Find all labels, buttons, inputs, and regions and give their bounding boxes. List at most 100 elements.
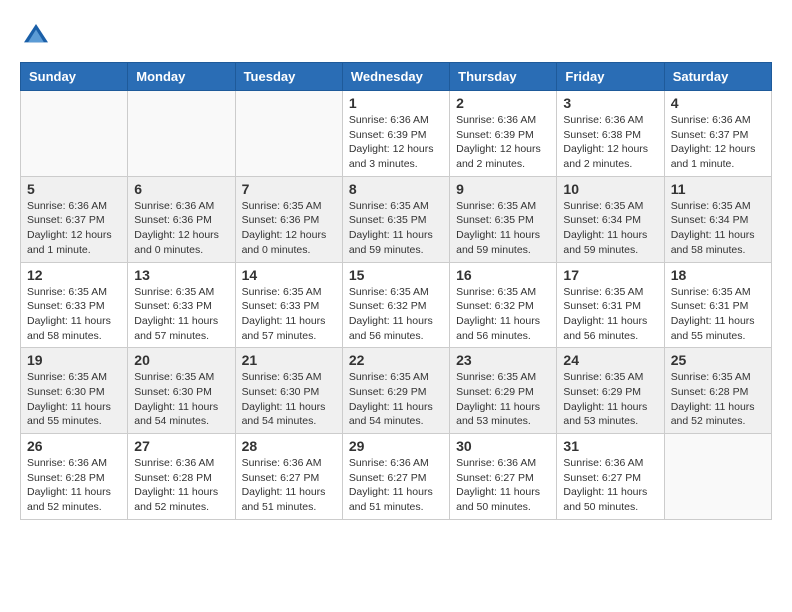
day-number: 13 [134,267,228,283]
day-number: 30 [456,438,550,454]
calendar-cell: 20 Sunrise: 6:35 AM Sunset: 6:30 PM Dayli… [128,348,235,434]
calendar-cell: 5 Sunrise: 6:36 AM Sunset: 6:37 PM Daylig… [21,176,128,262]
weekday-header-thursday: Thursday [450,63,557,91]
calendar-cell: 13Sunrise: 6:35 AM Sunset: 6:33 PM Dayli… [128,262,235,348]
day-info: Sunrise: 6:35 AM Sunset: 6:32 PM Dayligh… [349,285,443,344]
day-number: 24 [563,352,657,368]
day-info: Sunrise: 6:35 AM Sunset: 6:35 PM Dayligh… [456,199,550,258]
weekday-header-wednesday: Wednesday [342,63,449,91]
day-info: Sunrise: 6:36 AM Sunset: 6:28 PM Dayligh… [134,456,228,515]
day-number: 25 [671,352,765,368]
calendar-cell [128,91,235,177]
logo [20,20,56,52]
day-number: 22 [349,352,443,368]
calendar-table: SundayMondayTuesdayWednesdayThursdayFrid… [20,62,772,520]
calendar-cell [664,434,771,520]
day-number: 23 [456,352,550,368]
calendar-cell: 24 Sunrise: 6:35 AM Sunset: 6:29 PM Dayli… [557,348,664,434]
day-info: Sunrise: 6:35 AM Sunset: 6:30 PM Dayligh… [27,370,121,429]
calendar-cell: 25 Sunrise: 6:35 AM Sunset: 6:28 PM Dayli… [664,348,771,434]
day-number: 17 [563,267,657,283]
calendar-cell: 15 Sunrise: 6:35 AM Sunset: 6:32 PM Dayli… [342,262,449,348]
day-number: 6 [134,181,228,197]
calendar-cell: 9Sunrise: 6:35 AM Sunset: 6:35 PM Daylig… [450,176,557,262]
day-info: Sunrise: 6:35 AM Sunset: 6:33 PM Dayligh… [27,285,121,344]
day-info: Sunrise: 6:36 AM Sunset: 6:37 PM Dayligh… [27,199,121,258]
calendar-cell: 14 Sunrise: 6:35 AM Sunset: 6:33 PM Dayli… [235,262,342,348]
day-info: Sunrise: 6:35 AM Sunset: 6:31 PM Dayligh… [563,285,657,344]
calendar-cell [235,91,342,177]
calendar-week-row: 19 Sunrise: 6:35 AM Sunset: 6:30 PM Dayli… [21,348,772,434]
day-number: 26 [27,438,121,454]
day-info: Sunrise: 6:35 AM Sunset: 6:30 PM Dayligh… [242,370,336,429]
day-info: Sunrise: 6:35 AM Sunset: 6:33 PM Dayligh… [242,285,336,344]
day-info: Sunrise: 6:35 AM Sunset: 6:31 PM Dayligh… [671,285,765,344]
calendar-cell: 19 Sunrise: 6:35 AM Sunset: 6:30 PM Dayli… [21,348,128,434]
day-info: Sunrise: 6:36 AM Sunset: 6:27 PM Dayligh… [563,456,657,515]
calendar-cell: 11 Sunrise: 6:35 AM Sunset: 6:34 PM Dayli… [664,176,771,262]
calendar-week-row: 12 Sunrise: 6:35 AM Sunset: 6:33 PM Dayli… [21,262,772,348]
page-header [20,20,772,52]
day-info: Sunrise: 6:35 AM Sunset: 6:29 PM Dayligh… [456,370,550,429]
weekday-header-saturday: Saturday [664,63,771,91]
day-number: 1 [349,95,443,111]
day-info: Sunrise: 6:35 AM Sunset: 6:32 PM Dayligh… [456,285,550,344]
day-number: 28 [242,438,336,454]
day-number: 19 [27,352,121,368]
calendar-cell: 16 Sunrise: 6:35 AM Sunset: 6:32 PM Dayli… [450,262,557,348]
day-number: 21 [242,352,336,368]
day-info: Sunrise: 6:35 AM Sunset: 6:35 PM Dayligh… [349,199,443,258]
day-number: 10 [563,181,657,197]
day-info: Sunrise: 6:36 AM Sunset: 6:38 PM Dayligh… [563,113,657,172]
day-number: 11 [671,181,765,197]
calendar-cell: 7 Sunrise: 6:35 AM Sunset: 6:36 PM Daylig… [235,176,342,262]
day-info: Sunrise: 6:36 AM Sunset: 6:37 PM Dayligh… [671,113,765,172]
calendar-week-row: 26 Sunrise: 6:36 AM Sunset: 6:28 PM Dayli… [21,434,772,520]
day-number: 12 [27,267,121,283]
calendar-cell: 4 Sunrise: 6:36 AM Sunset: 6:37 PM Daylig… [664,91,771,177]
calendar-cell: 27 Sunrise: 6:36 AM Sunset: 6:28 PM Dayli… [128,434,235,520]
day-number: 14 [242,267,336,283]
calendar-cell: 12 Sunrise: 6:35 AM Sunset: 6:33 PM Dayli… [21,262,128,348]
day-info: Sunrise: 6:36 AM Sunset: 6:27 PM Dayligh… [349,456,443,515]
day-number: 4 [671,95,765,111]
day-number: 5 [27,181,121,197]
day-info: Sunrise: 6:35 AM Sunset: 6:29 PM Dayligh… [563,370,657,429]
calendar-cell: 18 Sunrise: 6:35 AM Sunset: 6:31 PM Dayli… [664,262,771,348]
day-number: 3 [563,95,657,111]
weekday-header-friday: Friday [557,63,664,91]
day-number: 8 [349,181,443,197]
day-number: 7 [242,181,336,197]
calendar-cell: 26 Sunrise: 6:36 AM Sunset: 6:28 PM Dayli… [21,434,128,520]
day-number: 29 [349,438,443,454]
calendar-cell: 17 Sunrise: 6:35 AM Sunset: 6:31 PM Dayli… [557,262,664,348]
calendar-cell: 8 Sunrise: 6:35 AM Sunset: 6:35 PM Daylig… [342,176,449,262]
logo-icon [20,20,52,52]
day-number: 2 [456,95,550,111]
day-number: 18 [671,267,765,283]
calendar-cell: 23 Sunrise: 6:35 AM Sunset: 6:29 PM Dayli… [450,348,557,434]
day-number: 27 [134,438,228,454]
day-info: Sunrise: 6:36 AM Sunset: 6:39 PM Dayligh… [349,113,443,172]
calendar-week-row: 1 Sunrise: 6:36 AM Sunset: 6:39 PM Daylig… [21,91,772,177]
day-info: Sunrise: 6:35 AM Sunset: 6:34 PM Dayligh… [671,199,765,258]
calendar-cell [21,91,128,177]
calendar-cell: 29 Sunrise: 6:36 AM Sunset: 6:27 PM Dayli… [342,434,449,520]
day-number: 31 [563,438,657,454]
day-info: Sunrise: 6:36 AM Sunset: 6:39 PM Dayligh… [456,113,550,172]
day-info: Sunrise: 6:36 AM Sunset: 6:28 PM Dayligh… [27,456,121,515]
day-info: Sunrise: 6:35 AM Sunset: 6:28 PM Dayligh… [671,370,765,429]
day-number: 16 [456,267,550,283]
day-number: 15 [349,267,443,283]
calendar-cell: 28Sunrise: 6:36 AM Sunset: 6:27 PM Dayli… [235,434,342,520]
calendar-cell: 3 Sunrise: 6:36 AM Sunset: 6:38 PM Daylig… [557,91,664,177]
day-info: Sunrise: 6:35 AM Sunset: 6:34 PM Dayligh… [563,199,657,258]
day-number: 20 [134,352,228,368]
weekday-header-sunday: Sunday [21,63,128,91]
calendar-cell: 6 Sunrise: 6:36 AM Sunset: 6:36 PM Daylig… [128,176,235,262]
day-info: Sunrise: 6:36 AM Sunset: 6:36 PM Dayligh… [134,199,228,258]
calendar-cell: 21 Sunrise: 6:35 AM Sunset: 6:30 PM Dayli… [235,348,342,434]
day-info: Sunrise: 6:35 AM Sunset: 6:30 PM Dayligh… [134,370,228,429]
calendar-cell: 31 Sunrise: 6:36 AM Sunset: 6:27 PM Dayli… [557,434,664,520]
day-info: Sunrise: 6:35 AM Sunset: 6:36 PM Dayligh… [242,199,336,258]
